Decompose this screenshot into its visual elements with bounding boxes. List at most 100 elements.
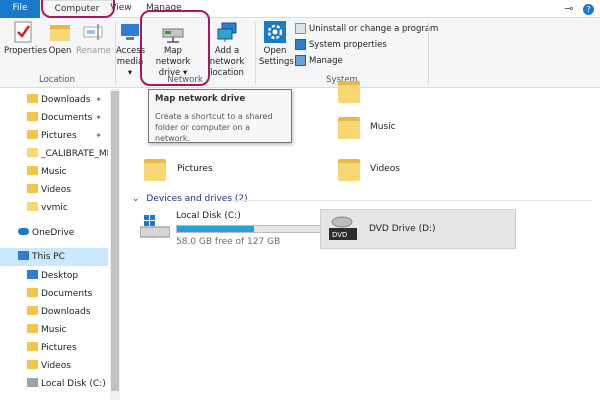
nav-item-downloads-2[interactable]: Downloads [0,303,108,321]
nav-label: Pictures [41,131,77,141]
manage-icon [295,55,306,66]
uninstall-program-button[interactable]: Uninstall or change a program [295,22,438,36]
nav-label: Local Disk (C:) [41,379,106,389]
nav-item-music[interactable]: Music [0,163,108,181]
nav-item-local-disk[interactable]: Local Disk (C:) [0,375,108,393]
chevron-down-icon: ⌄ [132,194,140,204]
drive-tile-local-disk[interactable]: Local Disk (C:) 58.0 GB free of 127 GB [138,209,321,249]
videos-folder-icon [338,155,360,181]
documents-folder-icon [27,288,38,297]
nav-item-documents[interactable]: Documents ✦ [0,109,108,127]
open-settings-label-2: Settings [259,57,294,67]
uninstall-icon [295,23,306,34]
nav-item-downloads[interactable]: Downloads ✦ [0,91,108,109]
uninstall-label: Uninstall or change a program [309,24,439,34]
nav-scrollbar[interactable] [110,89,120,400]
open-folder-icon [48,20,72,44]
properties-icon [11,20,35,44]
nav-item-videos-2[interactable]: Videos [0,357,108,375]
settings-gear-icon [263,20,287,44]
system-properties-icon [295,39,306,50]
folder-label: Videos [370,164,400,174]
system-properties-label: System properties [309,40,387,50]
videos-folder-icon [27,184,38,193]
ribbon-tools: ⊸ ? [558,2,594,15]
drive-tile-dvd[interactable]: DVD DVD Drive (D:) [320,209,516,249]
open-settings-label-1: Open [263,46,287,56]
nav-item-documents-2[interactable]: Documents [0,285,108,303]
pin-icon: ✦ [95,131,102,140]
ribbon-separator [428,22,429,84]
nav-label: Videos [41,185,71,195]
devices-section-header[interactable]: ⌄ Devices and drives (2) [132,194,248,204]
nav-item-onedrive[interactable]: OneDrive [0,224,108,242]
folder-icon [338,77,360,103]
folder-label: Pictures [177,164,213,174]
drive-label: Local Disk (C:) [176,211,241,221]
computer-icon [18,251,29,260]
nav-label: Music [41,325,67,335]
downloads-folder-icon [27,94,38,103]
dvd-drive-icon: DVD [329,216,359,242]
nav-label: Documents [41,113,93,123]
music-folder-icon [338,113,360,139]
nav-item-desktop[interactable]: Desktop [0,267,108,285]
rename-label: Rename [76,46,111,56]
drive-label: DVD Drive (D:) [369,224,436,234]
help-icon[interactable]: ? [583,4,594,15]
desktop-folder-icon [27,270,38,279]
svg-text:DVD: DVD [332,231,347,239]
tooltip-title: Map network drive [155,94,246,104]
open-settings-button[interactable]: Open Settings [259,20,294,68]
navigation-pane: Downloads ✦ Documents ✦ Pictures ✦ _CALIBRA… [0,89,110,400]
access-media-icon [118,20,142,44]
manage-button[interactable]: Manage [295,54,343,68]
nav-item-pictures-2[interactable]: Pictures [0,339,108,357]
nav-item-calibrate[interactable]: _CALIBRATE_ME [0,145,108,163]
folder-icon [27,148,38,157]
folder-label: Music [370,122,396,132]
open-button[interactable]: Open [46,20,74,57]
drive-usage-fill [177,226,254,232]
pictures-folder-icon [27,342,38,351]
scrollbar-thumb[interactable] [111,91,119,391]
system-properties-button[interactable]: System properties [295,38,387,52]
music-folder-icon [27,324,38,333]
pin-icon: ✦ [95,95,102,104]
nav-label: OneDrive [32,228,75,238]
folder-icon [27,202,38,211]
nav-label: Downloads [41,307,91,317]
drive-free-space: 58.0 GB free of 127 GB [176,237,281,247]
nav-label: Videos [41,361,71,371]
videos-folder-icon [27,360,38,369]
open-label: Open [48,46,72,56]
nav-item-vvmic[interactable]: vvmic [0,199,108,217]
pictures-folder-icon [27,130,38,139]
devices-header-label: Devices and drives (2) [146,194,248,204]
map-drive-tooltip: Map network drive Create a shortcut to a… [148,89,292,143]
nav-item-videos[interactable]: Videos [0,181,108,199]
drive-icon [27,378,38,387]
group-location-label: Location [39,75,75,85]
ribbon-separator [255,22,256,84]
properties-label: Properties [4,46,47,56]
pin-ribbon-icon[interactable]: ⊸ [564,2,573,15]
nav-item-music-2[interactable]: Music [0,321,108,339]
tab-file[interactable]: File [0,0,40,18]
nav-label: Downloads [41,95,91,105]
section-divider [232,200,592,201]
nav-label: _CALIBRATE_ME [41,149,108,159]
nav-item-pictures[interactable]: Pictures ✦ [0,127,108,145]
nav-label: vvmic [41,203,68,213]
pin-icon: ✦ [95,113,102,122]
network-location-icon [215,20,239,44]
pictures-folder-icon [144,155,166,181]
rename-button[interactable]: Rename [76,20,111,57]
properties-button[interactable]: Properties [4,20,47,57]
music-folder-icon [27,166,38,175]
tooltip-description: Create a shortcut to a shared folder or … [155,112,273,143]
ribbon: Properties Open Rename Location Access m… [0,18,600,88]
nav-item-this-pc[interactable]: This PC [0,248,108,266]
nav-label: This PC [32,252,65,262]
onedrive-cloud-icon [18,228,29,235]
